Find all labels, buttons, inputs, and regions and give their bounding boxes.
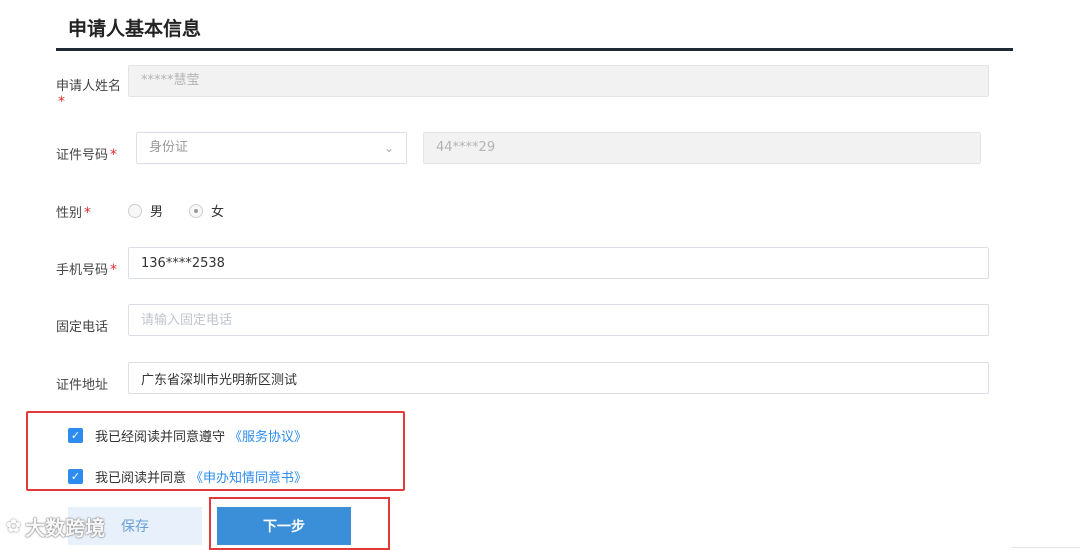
chevron-down-icon: ⌄ — [383, 141, 394, 155]
id-number-label: 证件号码 * — [56, 144, 117, 163]
gender-option-label: 女 — [211, 205, 225, 220]
id-number-required-mark: * — [110, 147, 118, 163]
mobile-required-mark: * — [110, 262, 118, 278]
id-number-label-text: 证件号码 — [56, 148, 109, 163]
id-number-field[interactable]: 44****29 — [423, 132, 981, 164]
id-type-value: 身份证 — [149, 140, 189, 155]
mobile-field[interactable] — [128, 247, 989, 279]
radio-selected-icon — [189, 203, 203, 218]
checkbox-checked-icon[interactable]: ✓ — [68, 428, 83, 443]
next-button[interactable]: 下一步 — [217, 507, 351, 545]
gender-option-label: 男 — [150, 205, 164, 220]
agreement-service[interactable]: ✓ 我已经阅读并同意遵守 《服务协议》 — [68, 426, 307, 445]
gender-label-text: 性别 — [56, 206, 83, 221]
landline-field[interactable] — [128, 304, 989, 336]
address-label: 证件地址 — [56, 378, 109, 393]
name-required-mark: * — [58, 94, 65, 110]
gender-required-mark: * — [84, 205, 92, 221]
section-divider — [56, 48, 1013, 51]
consent-form-link[interactable]: 《申办知情同意书》 — [190, 467, 307, 486]
landline-label: 固定电话 — [56, 320, 109, 335]
agreement-text: 我已阅读并同意 — [95, 471, 187, 486]
watermark-logo-icon: ✿ — [6, 516, 22, 537]
name-label: 申请人姓名 — [56, 79, 122, 94]
mobile-label-text: 手机号码 — [56, 263, 109, 278]
radio-unselected-icon — [128, 203, 142, 218]
page-edge-divider — [1012, 547, 1080, 548]
id-type-select[interactable]: 身份证 ⌄ — [136, 132, 407, 164]
checkbox-checked-icon[interactable]: ✓ — [68, 469, 83, 484]
agreement-text: 我已经阅读并同意遵守 — [95, 430, 226, 445]
gender-label: 性别 * — [56, 202, 91, 221]
section-title: 申请人基本信息 — [68, 18, 202, 40]
gender-option-female[interactable]: 女 — [189, 201, 224, 220]
agreement-consent[interactable]: ✓ 我已阅读并同意 《申办知情同意书》 — [68, 467, 307, 486]
address-field[interactable] — [128, 362, 989, 394]
watermark: ✿ 大数跨境 — [6, 512, 105, 541]
mobile-label: 手机号码 * — [56, 259, 117, 278]
gender-option-male[interactable]: 男 — [128, 201, 163, 220]
service-agreement-link[interactable]: 《服务协议》 — [229, 426, 307, 445]
watermark-text: 大数跨境 — [25, 516, 106, 540]
name-field[interactable]: *****慧莹 — [128, 65, 989, 97]
